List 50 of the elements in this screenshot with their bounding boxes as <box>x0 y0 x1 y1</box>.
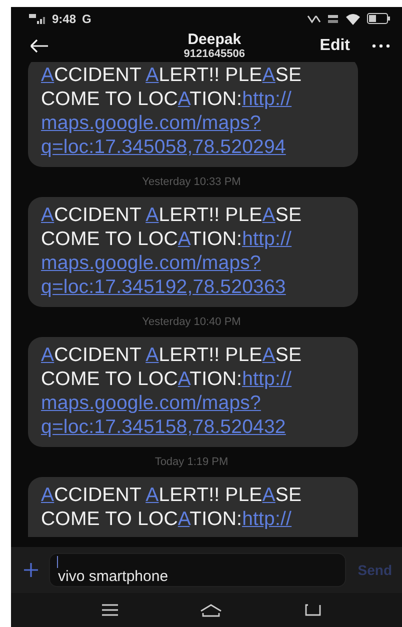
home-icon[interactable] <box>200 604 222 616</box>
back-arrow-icon[interactable] <box>29 38 49 54</box>
volte-icon <box>307 13 321 24</box>
wifi-icon <box>345 12 361 24</box>
link[interactable]: A <box>262 484 276 506</box>
link[interactable]: A <box>262 204 276 226</box>
signal-icon <box>29 12 46 24</box>
timestamp: Today 1:19 PM <box>154 456 228 468</box>
link[interactable]: A <box>178 228 190 250</box>
link[interactable]: A <box>41 484 54 506</box>
battery-icon <box>367 13 390 24</box>
link[interactable]: A <box>41 204 54 226</box>
link[interactable]: A <box>146 344 159 366</box>
link[interactable]: maps.google.com/maps? <box>41 252 261 274</box>
link[interactable]: A <box>146 64 159 86</box>
network-speed-icon <box>327 14 339 24</box>
link[interactable]: http:// <box>242 368 292 390</box>
link[interactable]: q=loc:17.345058,78.520294 <box>41 136 286 158</box>
link[interactable]: A <box>41 64 54 86</box>
link[interactable]: q=loc:17.345158,78.520432 <box>41 416 286 438</box>
message-text: ACCIDENT ALERT!! PLEASE COME TO LOCATION:http:// maps.google.com/maps? q=loc:17.345158,78.520432 <box>41 343 303 439</box>
phone-number: 9121645506 <box>184 48 245 60</box>
link[interactable]: http:// <box>242 228 292 250</box>
link[interactable]: http:// <box>242 88 292 110</box>
message-text: ACCIDENT ALERT!! PLEASE COME TO LOCATION:http:// maps.google.com/maps? q=loc:17.345058,78.520294 <box>41 63 303 159</box>
menu-icon[interactable] <box>102 604 118 616</box>
link[interactable]: A <box>146 484 159 506</box>
more-icon[interactable] <box>372 44 390 48</box>
contact-name: Deepak <box>188 32 242 48</box>
link[interactable]: A <box>262 64 276 86</box>
plus-icon[interactable] <box>23 562 39 578</box>
message-text: ACCIDENT ALERT!! PLEASE COME TO LOCATION:http:// maps.google.com/maps? q=loc:17.345192,78.520363 <box>41 203 303 299</box>
link[interactable]: maps.google.com/maps? <box>41 392 261 414</box>
link[interactable]: q=loc:17.345192,78.520363 <box>41 276 286 298</box>
clock-time: 9:48 <box>52 12 76 26</box>
link[interactable]: A <box>41 344 54 366</box>
link[interactable]: A <box>262 344 276 366</box>
link[interactable]: A <box>178 88 190 110</box>
message-input-field[interactable]: vivo smartphone <box>49 553 346 587</box>
link[interactable]: A <box>146 204 159 226</box>
link[interactable]: A <box>178 368 190 390</box>
message-text: ACCIDENT ALERT!! PLEASE COME TO LOCATION:http:// <box>41 483 303 531</box>
carrier-indicator: G <box>82 12 92 26</box>
timestamp: Yesterday 10:40 PM <box>142 316 241 328</box>
link[interactable]: A <box>178 508 190 530</box>
link[interactable]: http:// <box>242 508 292 530</box>
edit-button[interactable]: Edit <box>320 37 350 55</box>
link[interactable]: maps.google.com/maps? <box>41 112 261 134</box>
timestamp: Yesterday 10:33 PM <box>142 176 241 188</box>
back-icon[interactable] <box>304 604 321 616</box>
